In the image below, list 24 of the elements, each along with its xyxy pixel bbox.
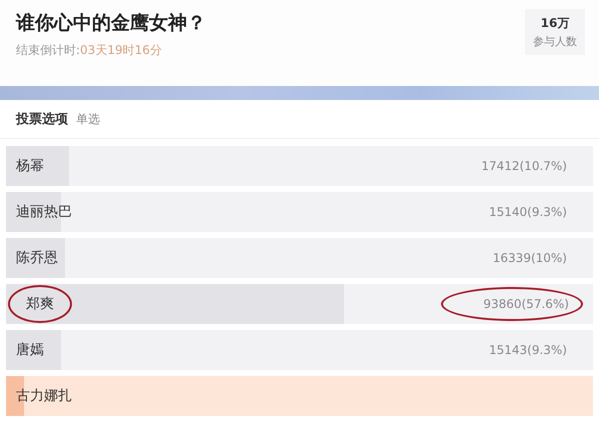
- option-name: 唐嫣: [16, 341, 44, 359]
- vote-result: 15140(9.3%): [488, 205, 567, 219]
- vote-option[interactable]: 郑爽 93860(57.6%): [6, 284, 593, 324]
- vote-result: 93860(57.6%): [441, 287, 583, 321]
- vote-option[interactable]: 古力娜扎: [6, 376, 593, 416]
- vote-result: 15143(9.3%): [488, 343, 567, 357]
- countdown-value: 03天19时16分: [80, 43, 162, 57]
- vote-option[interactable]: 陈乔恩 16339(10%): [6, 238, 593, 278]
- participant-label: 参与人数: [533, 34, 577, 49]
- option-name: 郑爽: [8, 285, 72, 323]
- vote-option[interactable]: 杨幂 17412(10.7%): [6, 146, 593, 186]
- participant-count: 16万: [540, 15, 570, 32]
- option-name: 迪丽热巴: [16, 203, 72, 221]
- vote-option[interactable]: 迪丽热巴 15140(9.3%): [6, 192, 593, 232]
- option-name: 杨幂: [16, 157, 44, 175]
- poll-title: 谁你心中的金鹰女神？: [16, 11, 206, 36]
- options-title: 投票选项: [16, 111, 68, 128]
- vote-result: 17412(10.7%): [481, 159, 567, 173]
- selection-mode: 单选: [76, 110, 100, 128]
- option-name: 陈乔恩: [16, 249, 58, 267]
- vote-option[interactable]: 唐嫣 15143(9.3%): [6, 330, 593, 370]
- vote-result: 16339(10%): [492, 251, 567, 265]
- option-name: 古力娜扎: [16, 387, 72, 405]
- countdown-label: 结束倒计时:: [16, 43, 80, 57]
